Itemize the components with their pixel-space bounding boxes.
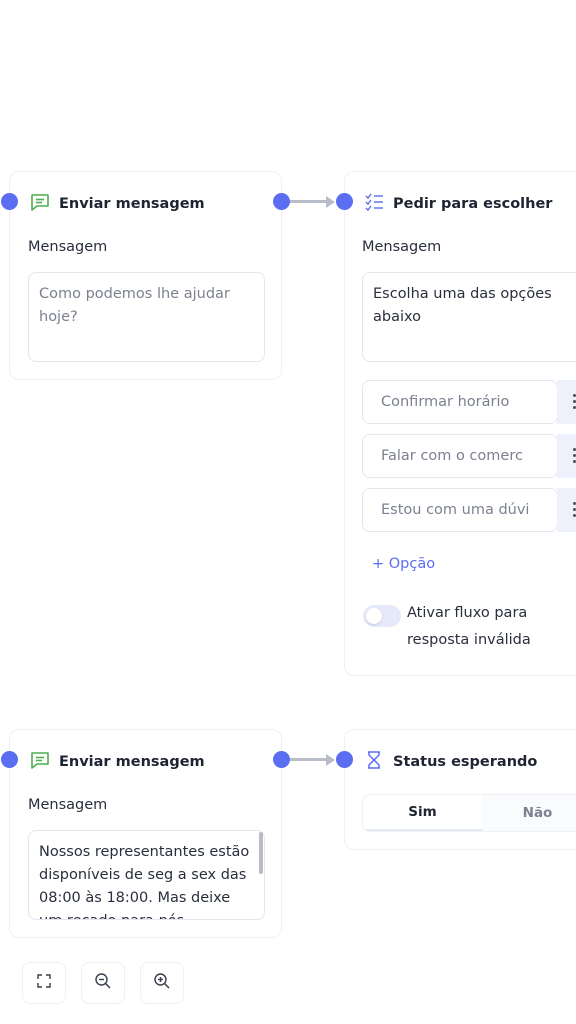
option-input-1[interactable]: Confirmar horário (362, 380, 558, 424)
message-input[interactable]: Como podemos lhe ajudar hoje? (28, 272, 265, 362)
add-option-button[interactable]: + Opção (372, 556, 435, 572)
yes-option[interactable]: Sim (363, 795, 482, 831)
zoom-out-button[interactable] (81, 962, 125, 1004)
node-header: Enviar mensagem (29, 191, 205, 217)
send-message-node-2[interactable]: Enviar mensagem Mensagem Nossos represen… (9, 729, 282, 938)
node-title: Status esperando (393, 754, 538, 770)
edge-arrowhead (326, 753, 335, 766)
input-handle[interactable] (336, 751, 353, 768)
option-input-3[interactable]: Estou com uma dúvi (362, 488, 558, 532)
zoom-out-icon (94, 972, 112, 994)
no-option[interactable]: Não (481, 795, 576, 831)
node-header: Pedir para escolher (363, 191, 552, 217)
node-header: Enviar mensagem (29, 749, 205, 775)
edge-connector (290, 758, 328, 761)
input-handle[interactable] (1, 193, 18, 210)
toggle-label: Ativar fluxo para resposta inválida (407, 605, 531, 648)
status-node[interactable]: Status esperando Sim Não (344, 729, 576, 850)
output-handle[interactable] (273, 751, 290, 768)
choice-node[interactable]: Pedir para escolher Mensagem Escolha uma… (344, 171, 576, 676)
message-input[interactable]: Escolha uma das opções abaixo (362, 272, 576, 362)
message-label: Mensagem (362, 239, 442, 255)
message-label: Mensagem (28, 239, 108, 255)
edge-connector (290, 200, 328, 203)
input-handle[interactable] (1, 751, 18, 768)
fit-screen-button[interactable] (22, 962, 66, 1004)
zoom-in-icon (153, 972, 171, 994)
textbox-scrollbar[interactable] (259, 832, 263, 874)
message-label: Mensagem (28, 797, 108, 813)
status-toggle-group: Sim Não (362, 794, 576, 832)
message-input[interactable]: Nossos representantes estão disponíveis … (28, 830, 265, 920)
node-header: Status esperando (363, 749, 537, 775)
message-square-icon (29, 191, 51, 217)
option-input-2[interactable]: Falar com o comerc (362, 434, 558, 478)
send-message-node-1[interactable]: Enviar mensagem Mensagem Como podemos lh… (9, 171, 282, 380)
invalid-response-toggle[interactable] (363, 605, 401, 627)
edge-arrowhead (326, 195, 335, 208)
node-title: Enviar mensagem (59, 196, 205, 212)
output-handle[interactable] (273, 193, 290, 210)
fit-screen-icon (36, 973, 52, 993)
node-title: Pedir para escolher (393, 196, 553, 212)
zoom-in-button[interactable] (140, 962, 184, 1004)
message-square-icon (29, 749, 51, 775)
checklist-icon (363, 191, 385, 217)
node-title: Enviar mensagem (59, 754, 205, 770)
input-handle[interactable] (336, 193, 353, 210)
hourglass-icon (363, 749, 385, 775)
